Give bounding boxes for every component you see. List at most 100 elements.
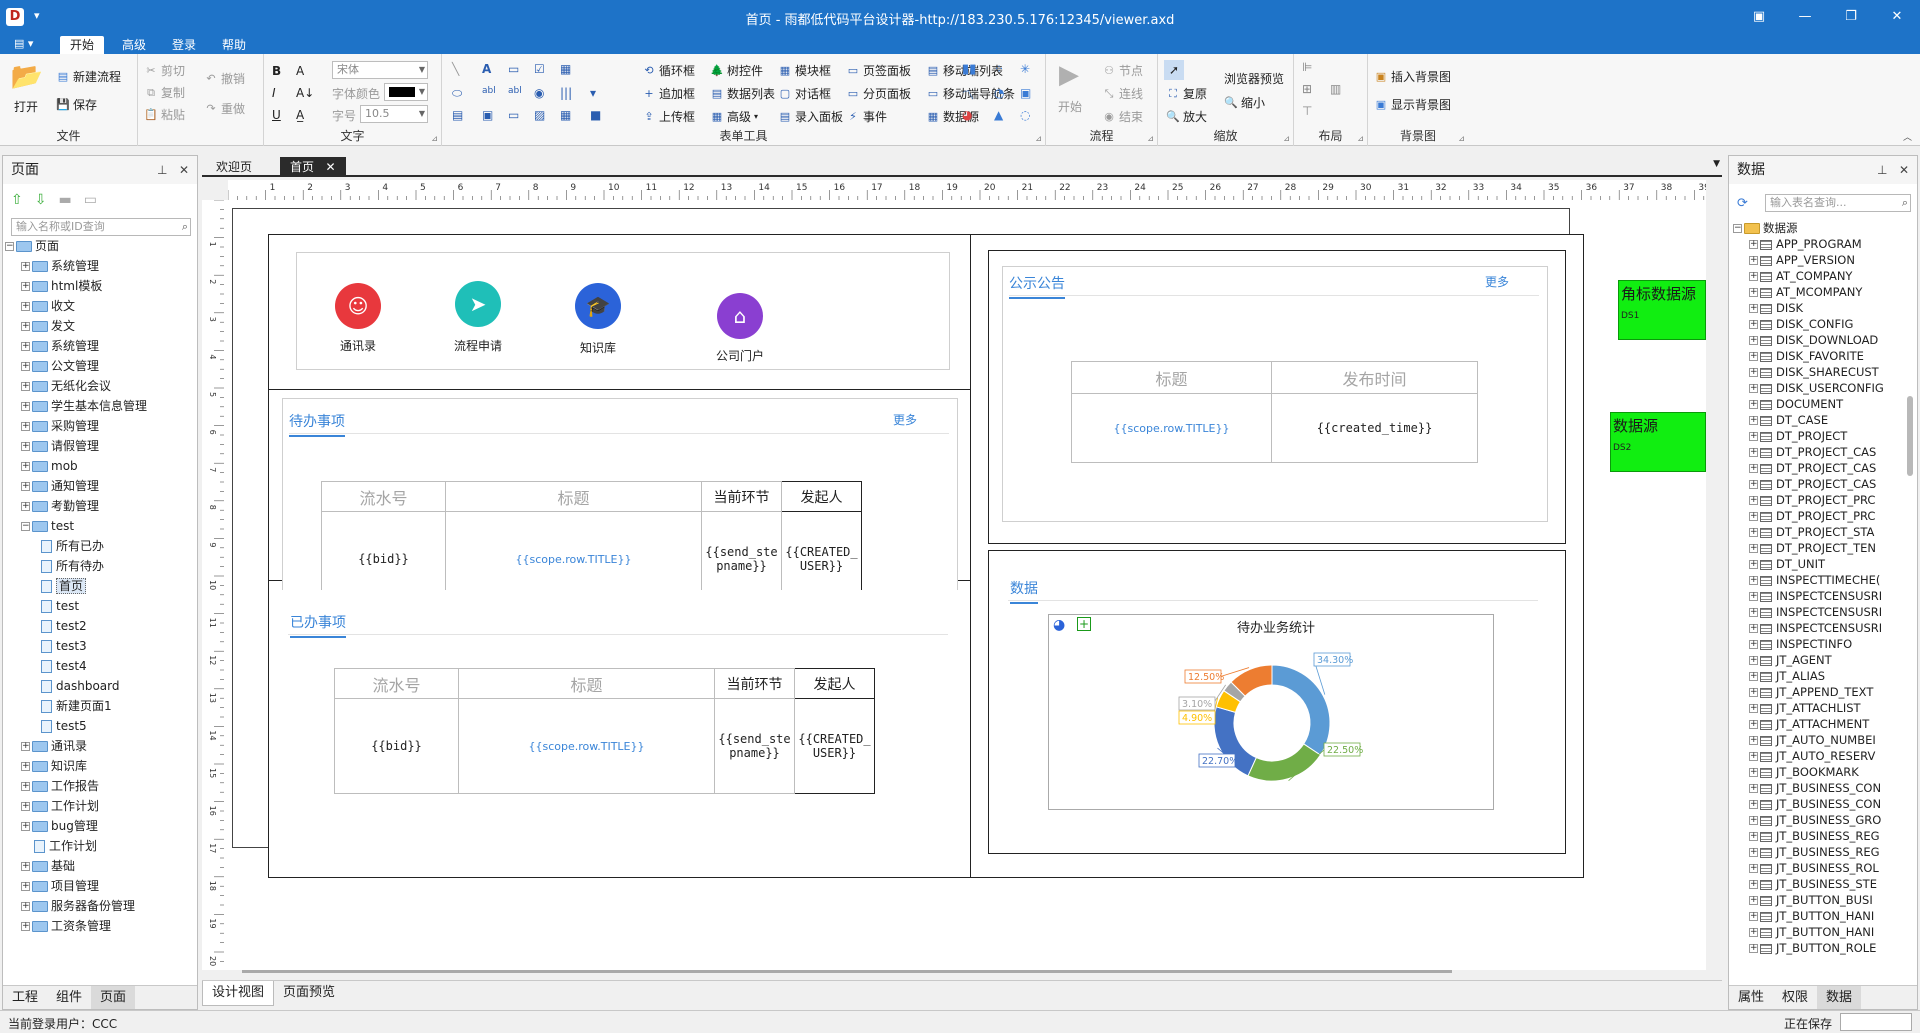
- line-chart-icon[interactable]: 〽: [962, 86, 974, 103]
- underline-button[interactable]: U: [272, 108, 281, 122]
- expand-icon[interactable]: +: [1749, 736, 1758, 745]
- expand-icon[interactable]: ⊿: [1147, 134, 1154, 143]
- expand-icon[interactable]: +: [21, 262, 30, 271]
- table-item[interactable]: + DT_PROJECT: [1733, 428, 1913, 444]
- picture-tool-icon[interactable]: ▨: [534, 108, 545, 122]
- table-item[interactable]: + DISK_FAVORITE: [1733, 348, 1913, 364]
- tree-folder[interactable]: + 工资条管理: [5, 916, 193, 936]
- tree-folder[interactable]: + 服务器备份管理: [5, 896, 193, 916]
- table-item[interactable]: + JT_BUSINESS_REG: [1733, 828, 1913, 844]
- collapse-icon[interactable]: −: [5, 242, 14, 251]
- open-button[interactable]: 打开: [14, 98, 38, 115]
- move-down-icon[interactable]: ⇩: [35, 192, 47, 208]
- expand-icon[interactable]: +: [1749, 720, 1758, 729]
- table-item[interactable]: + DT_PROJECT_TEN: [1733, 540, 1913, 556]
- bold-button[interactable]: B: [272, 64, 281, 78]
- cell-title[interactable]: {{scope.row.TITLE}}: [458, 698, 715, 794]
- font-color-picker[interactable]: ▼: [384, 83, 428, 101]
- flow-end-button[interactable]: ◉ 结束: [1102, 108, 1143, 125]
- table-item[interactable]: + JT_BOOKMARK: [1733, 764, 1913, 780]
- expand-icon[interactable]: ⊿: [1283, 134, 1290, 143]
- italic-button[interactable]: I: [272, 86, 276, 100]
- restore-zoom-button[interactable]: ⛶ 复原: [1166, 85, 1207, 102]
- expand-icon[interactable]: +: [1749, 624, 1758, 633]
- pie-chart-icon[interactable]: ◕: [962, 108, 972, 122]
- expand-icon[interactable]: +: [1749, 640, 1758, 649]
- tree-folder[interactable]: + 通讯录: [5, 736, 193, 756]
- expand-icon[interactable]: +: [1749, 272, 1758, 281]
- tab-panel-button[interactable]: ▭ 页签面板: [846, 62, 911, 79]
- insert-background-button[interactable]: ▣ 插入背景图: [1374, 68, 1451, 85]
- tree-page[interactable]: 工作计划: [5, 836, 193, 856]
- table-item[interactable]: + INSPECTCENSUSRI: [1733, 604, 1913, 620]
- table-item[interactable]: + DT_PROJECT_CAS: [1733, 444, 1913, 460]
- minimize-button[interactable]: —: [1782, 0, 1828, 34]
- expand-icon[interactable]: +: [1749, 432, 1758, 441]
- rect-tool-icon[interactable]: ■: [590, 108, 601, 122]
- table-item[interactable]: + DT_CASE: [1733, 412, 1913, 428]
- entry-panel-button[interactable]: ▤ 录入面板: [778, 108, 843, 125]
- tree-folder[interactable]: + 工作计划: [5, 796, 193, 816]
- copy-button[interactable]: ⧉ 复制: [144, 84, 185, 101]
- table-item[interactable]: + JT_BUTTON_BUSI: [1733, 892, 1913, 908]
- quick-menu-icon[interactable]: ▤ ▾: [14, 37, 33, 50]
- expand-icon[interactable]: +: [21, 462, 30, 471]
- expand-icon[interactable]: +: [1749, 320, 1758, 329]
- todo-table[interactable]: 流水号 标题 当前环节 发起人 {{bid}} {{scope.row.TITL…: [321, 481, 862, 607]
- data-list-button[interactable]: ▤ 数据列表: [710, 85, 775, 102]
- font-shrink-icon[interactable]: A↓: [296, 86, 314, 100]
- page-search-input[interactable]: 输入名称或ID查询 ⌕: [11, 218, 191, 236]
- expand-icon[interactable]: +: [21, 922, 30, 931]
- expand-icon[interactable]: +: [1749, 544, 1758, 553]
- browser-preview-button[interactable]: 浏览器预览: [1224, 70, 1284, 87]
- tree-folder[interactable]: + 学生基本信息管理: [5, 396, 193, 416]
- tree-page[interactable]: 所有待办: [5, 556, 193, 576]
- expand-icon[interactable]: +: [1749, 416, 1758, 425]
- ring-chart-icon[interactable]: ◌: [1020, 108, 1030, 122]
- cell-created-time[interactable]: {{created_time}}: [1271, 393, 1478, 463]
- radar-chart-icon[interactable]: ✳: [1020, 62, 1030, 76]
- expand-icon[interactable]: +: [21, 742, 30, 751]
- table-item[interactable]: + JT_BUSINESS_GRO: [1733, 812, 1913, 828]
- horizontal-scrollbar[interactable]: [242, 970, 1452, 973]
- paste-button[interactable]: 📋 粘贴: [144, 106, 185, 123]
- qrcode-tool-icon[interactable]: ▦: [560, 108, 571, 122]
- table-item[interactable]: + JT_BUTTON_HANI: [1733, 924, 1913, 940]
- tree-page[interactable]: test3: [5, 636, 193, 656]
- zoom-out-button[interactable]: 🔍 缩小: [1224, 94, 1265, 111]
- align-top-icon[interactable]: ⊤: [1302, 104, 1312, 118]
- flow-connect-button[interactable]: ⤡ 连线: [1102, 85, 1143, 102]
- contacts-icon[interactable]: ☺: [335, 283, 381, 329]
- tree-folder[interactable]: + 请假管理: [5, 436, 193, 456]
- vertical-scrollbar[interactable]: [1907, 396, 1913, 476]
- label-tool-icon[interactable]: abl: [482, 86, 496, 96]
- tree-folder[interactable]: + 收文: [5, 296, 193, 316]
- knowledge-base-icon[interactable]: 🎓: [575, 283, 621, 329]
- cell-bid[interactable]: {{bid}}: [334, 698, 459, 794]
- table-item[interactable]: + JT_BUSINESS_CON: [1733, 796, 1913, 812]
- tree-folder[interactable]: + bug管理: [5, 816, 193, 836]
- close-button[interactable]: ✕: [1874, 0, 1920, 34]
- expand-icon[interactable]: +: [1749, 656, 1758, 665]
- tree-page[interactable]: test5: [5, 716, 193, 736]
- todo-more-link[interactable]: 更多: [893, 411, 917, 428]
- company-portal-icon[interactable]: ⌂: [717, 293, 763, 339]
- tree-folder[interactable]: + 基础: [5, 856, 193, 876]
- collapse-icon[interactable]: −: [1733, 224, 1742, 233]
- expand-icon[interactable]: +: [1749, 912, 1758, 921]
- module-box-button[interactable]: ▦ 模块框: [778, 62, 831, 79]
- expand-icon[interactable]: +: [1749, 512, 1758, 521]
- table-item[interactable]: + DISK: [1733, 300, 1913, 316]
- expand-icon[interactable]: +: [21, 882, 30, 891]
- expand-icon[interactable]: +: [1749, 448, 1758, 457]
- tree-folder[interactable]: + 公文管理: [5, 356, 193, 376]
- expand-icon[interactable]: +: [21, 362, 30, 371]
- append-box-button[interactable]: + 追加框: [642, 85, 695, 102]
- table-item[interactable]: + DT_PROJECT_CAS: [1733, 476, 1913, 492]
- expand-icon[interactable]: ⊿: [1357, 134, 1364, 143]
- done-table[interactable]: 流水号 标题 当前环节 发起人 {{bid}} {{scope.row.TITL…: [334, 668, 875, 794]
- gauge-chart-icon[interactable]: ◔: [994, 86, 1004, 100]
- table-search-input[interactable]: 输入表名查询... ⌕: [1765, 194, 1911, 212]
- cell-initiator[interactable]: {{CREATED_ USER}}: [794, 698, 875, 794]
- done-panel[interactable]: 已办事项 流水号 标题 当前环节 发起人 {{bid}} {{scope.row…: [282, 590, 958, 862]
